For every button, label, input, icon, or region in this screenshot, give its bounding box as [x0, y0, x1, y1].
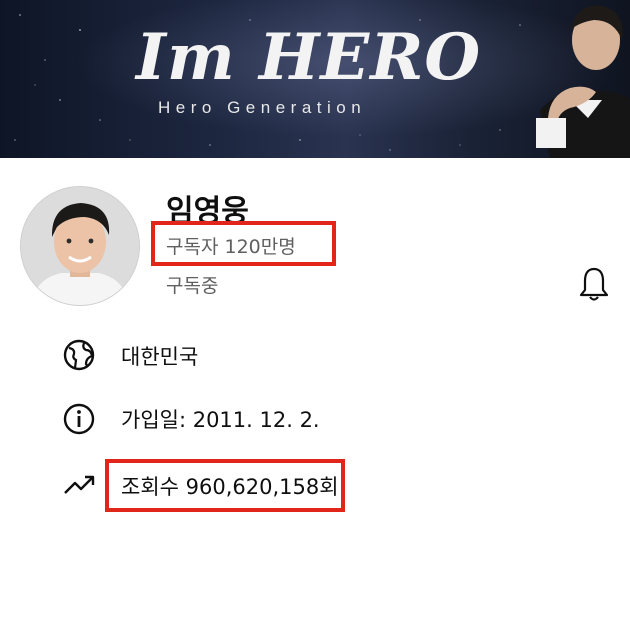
banner-portrait	[536, 5, 630, 158]
country-text: 대한민국	[121, 345, 199, 369]
subscriber-count: 구독자 120만명	[166, 236, 296, 258]
bell-icon[interactable]	[578, 266, 610, 302]
view-count-text: 조회수 960,620,158회	[121, 475, 339, 499]
channel-avatar[interactable]	[20, 186, 140, 306]
globe-icon	[63, 339, 95, 371]
info-icon	[63, 403, 95, 435]
join-date-text: 가입일: 2011. 12. 2.	[121, 408, 320, 432]
banner-title: Im HERO	[136, 20, 482, 95]
subscribed-status[interactable]: 구독중	[166, 271, 218, 298]
channel-banner: Im HERO Hero Generation	[0, 0, 630, 158]
avatar-portrait	[21, 187, 139, 305]
banner-subtitle: Hero Generation	[158, 98, 367, 117]
trending-icon	[64, 475, 95, 494]
